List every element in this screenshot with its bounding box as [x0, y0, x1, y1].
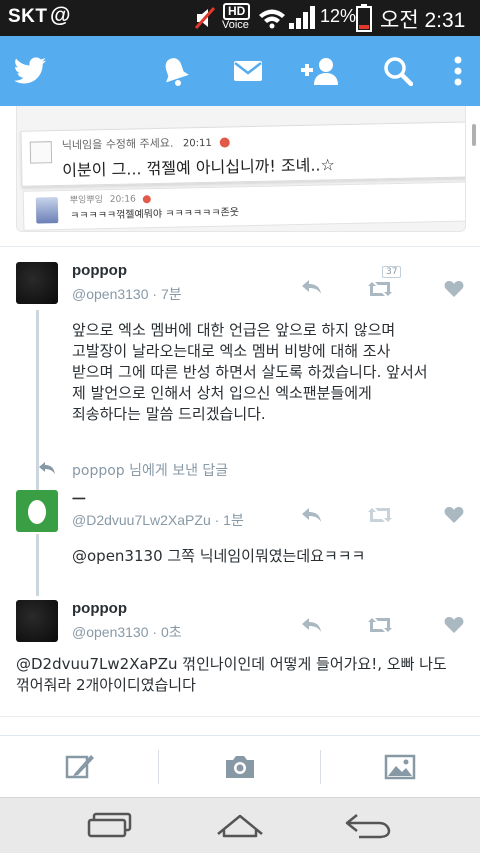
- home-icon[interactable]: [212, 808, 268, 842]
- chat-row: 뿌잉뿌잉 20:16 ㅋㅋㅋㅋㅋ꺾젤예뭐야 ㅋㅋㅋㅋㅋㅋ존웃: [22, 181, 465, 231]
- chat-row-nickname: 뿌잉뿌잉: [69, 195, 104, 206]
- tweet-text: 앞으로 엑소 멤버에 대한 언급은 앞으로 하지 않으며 고발장이 날라오는대로…: [72, 320, 472, 425]
- voice-label: Voice: [222, 19, 249, 31]
- chat-row-time: 20:16: [109, 194, 136, 205]
- chat-row-meta: 뿌잉뿌잉 20:16: [70, 191, 151, 206]
- app-bar: [0, 36, 480, 106]
- reply-context[interactable]: poppop 님에게 보낸 답글: [72, 460, 228, 480]
- retweet-icon[interactable]: [366, 278, 394, 300]
- recent-apps-icon[interactable]: [84, 808, 136, 842]
- wifi-icon: [258, 7, 286, 34]
- chat-row-message: ㅋㅋㅋㅋㅋ꺾젤예뭐야 ㅋㅋㅋㅋㅋㅋ존웃: [70, 207, 240, 222]
- tweet-author-handle: @open3130 · 0초: [72, 624, 182, 640]
- scrollbar[interactable]: [472, 124, 476, 146]
- attached-screenshot[interactable]: 닉네임을 수정해 주세요. 20:11 이분이 그... 꺾젤예 아니십니까! …: [16, 106, 466, 232]
- tweet-text: @D2dvuu7Lw2XaPZu 꺾인나이인데 어떻게 들어가요!, 오빠 나도…: [16, 654, 474, 696]
- tweet-author-name[interactable]: poppop: [72, 600, 127, 617]
- divider: [0, 246, 480, 247]
- battery-percent: 12%: [320, 6, 357, 26]
- tweet-author-name[interactable]: ㅡ: [72, 488, 86, 509]
- tweet-author-handle: @D2dvuu7Lw2XaPZu · 1분: [72, 512, 244, 528]
- notifications-icon[interactable]: [158, 52, 192, 90]
- retweet-icon[interactable]: [366, 504, 394, 526]
- thread-line: [36, 310, 39, 460]
- messages-icon[interactable]: [230, 52, 266, 90]
- avatar[interactable]: [16, 490, 58, 532]
- thread-line: [36, 588, 39, 596]
- tweet-text-line: 받으며 그에 따른 반성 하면서 살도록 하겠습니다. 앞서서: [72, 363, 428, 381]
- tweet-text-line: 죄송하다는 말씀 드리겠습니다.: [72, 405, 266, 423]
- default-avatar-icon: [29, 141, 53, 164]
- avatar[interactable]: [16, 600, 58, 642]
- chat-row-time: 20:11: [182, 137, 212, 150]
- status-bar: SKT @ HD Voice 12% 오전 2:31: [0, 0, 480, 36]
- mute-icon: [194, 6, 216, 35]
- favorite-icon[interactable]: [442, 278, 466, 300]
- tweet[interactable]: poppop @open3130 · 0초 @D2dvuu7Lw2XaPZu 꺾…: [0, 588, 480, 716]
- favorite-icon[interactable]: [442, 614, 466, 636]
- signal-strength-icon: [288, 6, 316, 35]
- reply-icon[interactable]: [298, 614, 324, 636]
- tweet-author-handle: @open3130 · 7분: [72, 286, 182, 302]
- reply-icon[interactable]: [298, 504, 324, 526]
- tweet[interactable]: poppop 님에게 보낸 답글 ㅡ @D2dvuu7Lw2XaPZu · 1분…: [0, 458, 480, 588]
- thread-line: [36, 534, 39, 588]
- hd-voice-icon: HD Voice: [222, 3, 256, 33]
- camera-icon[interactable]: [220, 750, 260, 784]
- composer-bar: [0, 735, 480, 797]
- carrier-label: SKT: [8, 6, 48, 27]
- chat-avatar-image: [35, 197, 59, 224]
- badge-dot-icon: [219, 137, 230, 148]
- add-user-icon[interactable]: [298, 52, 340, 90]
- divider: [0, 716, 480, 717]
- thread-line: [36, 458, 39, 490]
- reply-icon[interactable]: [298, 276, 324, 298]
- tweet-text-line: 제 발언으로 인해서 상처 입으신 엑소팬분들에게: [72, 384, 372, 402]
- tweet-author-name[interactable]: poppop: [72, 262, 127, 279]
- status-clock: 오전 2:31: [380, 9, 466, 32]
- more-options-icon[interactable]: [448, 52, 468, 90]
- reply-arrow-icon: [38, 460, 56, 479]
- chat-row-nickname: 닉네임을 수정해 주세요.: [61, 136, 174, 152]
- chat-row-meta: 닉네임을 수정해 주세요. 20:11: [62, 133, 230, 153]
- retweet-icon[interactable]: [366, 614, 394, 636]
- compose-tweet-icon[interactable]: [60, 750, 100, 784]
- system-nav-bar: [0, 797, 480, 853]
- divider: [320, 750, 321, 784]
- hd-label: HD: [223, 3, 251, 20]
- tweet[interactable]: poppop @open3130 · 7분 37 앞으로 엑소 멤버에 대한 언…: [0, 258, 480, 460]
- tweet-text: @open3130 그쪽 닉네임이뭐였는데요ㅋㅋㅋ: [72, 547, 366, 565]
- gallery-icon[interactable]: [380, 750, 420, 784]
- retweet-count-badge: 37: [382, 266, 402, 278]
- at-notification-icon: @: [50, 4, 71, 27]
- search-icon[interactable]: [382, 52, 414, 90]
- divider: [158, 750, 159, 784]
- chat-row-message: 이분이 그... 꺾젤예 아니십니까! 조녜..☆: [62, 155, 336, 180]
- tweet-text-line: @D2dvuu7Lw2XaPZu 꺾인나이인데 어떻게 들어가요!, 오빠 나도: [16, 655, 447, 673]
- battery-icon: [356, 4, 372, 37]
- attached-image-area: 닉네임을 수정해 주세요. 20:11 이분이 그... 꺾젤예 아니십니까! …: [0, 106, 480, 246]
- back-icon[interactable]: [342, 808, 394, 842]
- tweet-text-line: 고발장이 날라오는대로 엑소 멤버 비방에 대해 조사: [72, 342, 391, 360]
- chat-row: 닉네임을 수정해 주세요. 20:11 이분이 그... 꺾젤예 아니십니까! …: [20, 121, 465, 187]
- badge-dot-icon: [142, 194, 151, 203]
- favorite-icon[interactable]: [442, 504, 466, 526]
- twitter-bird-icon[interactable]: [12, 52, 48, 90]
- avatar[interactable]: [16, 262, 58, 304]
- tweet-text-line: 꺾어줘라 2개아이디였습니다: [16, 676, 196, 694]
- tweet-text-line: 앞으로 엑소 멤버에 대한 언급은 앞으로 하지 않으며: [72, 321, 396, 339]
